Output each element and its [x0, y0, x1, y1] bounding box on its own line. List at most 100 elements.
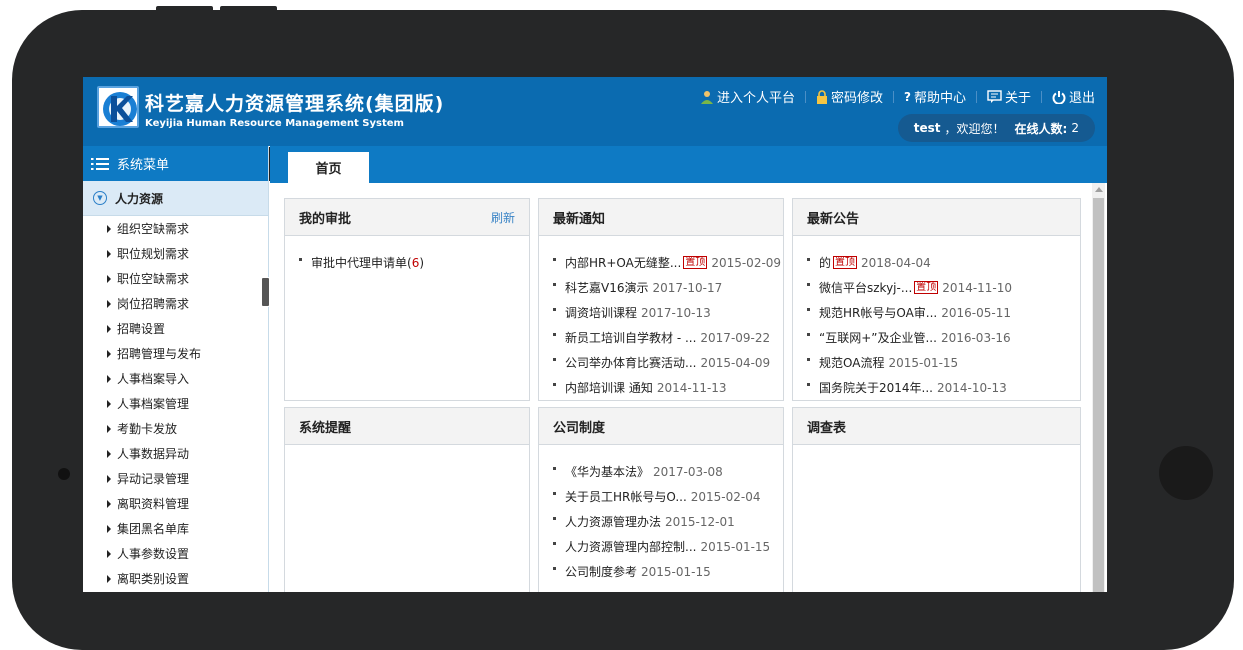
- sidebar-item-label: 人事档案导入: [117, 372, 190, 386]
- bullet-icon: [807, 308, 810, 311]
- triangle-right-icon: [107, 399, 111, 408]
- about-label: 关于: [1004, 91, 1031, 106]
- main-scrollbar[interactable]: [1092, 183, 1105, 592]
- personal-platform-link[interactable]: 进入个人平台: [700, 87, 795, 106]
- item-text: 公司举办体育比赛活动...: [565, 356, 697, 370]
- sidebar-item[interactable]: 考勤卡发放: [83, 416, 268, 441]
- about-link[interactable]: 关于: [987, 87, 1031, 106]
- help-center-link[interactable]: ? 帮助中心: [904, 87, 966, 107]
- sidebar-item[interactable]: 离职类别设置: [83, 566, 268, 591]
- sidebar-item[interactable]: 人事档案导入: [83, 366, 268, 391]
- sidebar-item[interactable]: 人事参数设置: [83, 541, 268, 566]
- item-count: 6: [411, 255, 420, 270]
- sidebar-item-label: 组织空缺需求: [117, 222, 190, 236]
- sidebar-item[interactable]: 职位规划需求: [83, 241, 268, 266]
- triangle-right-icon: [107, 274, 111, 283]
- scroll-up-icon[interactable]: [1095, 187, 1103, 192]
- sidebar-item-label: 离职资料管理: [117, 497, 190, 511]
- triangle-right-icon: [107, 349, 111, 358]
- power-icon: [1052, 90, 1066, 104]
- list-item[interactable]: 人力资源管理内部控制... 2015-01-15: [553, 534, 783, 559]
- list-item[interactable]: 公司举办体育比赛活动... 2015-04-09: [553, 350, 783, 375]
- list-item[interactable]: 的置顶 2018-04-04: [807, 250, 1080, 275]
- list-item[interactable]: 内部HR+OA无缝整... 置顶 2015-02-09: [553, 250, 783, 275]
- list-item[interactable]: 国务院关于2014年... 2014-10-13: [807, 375, 1080, 400]
- triangle-right-icon: [107, 299, 111, 308]
- list-item[interactable]: 调资培训课程 2017-10-13: [553, 300, 783, 325]
- list-item[interactable]: “互联网+”及企业管... 2016-03-16: [807, 325, 1080, 350]
- notice-list: 内部HR+OA无缝整... 置顶 2015-02-09 科艺嘉V16演示 2017-1…: [539, 236, 783, 400]
- item-date: 2015-02-09: [711, 255, 782, 270]
- item-text: 内部培训课 通知: [565, 381, 653, 395]
- tab-home[interactable]: 首页: [288, 152, 369, 183]
- sidebar-item[interactable]: 招聘管理与发布: [83, 341, 268, 366]
- sidebar-item[interactable]: 离职资料管理: [83, 491, 268, 516]
- triangle-right-icon: [107, 324, 111, 333]
- menu-group-hr[interactable]: ▼ 人力资源: [83, 181, 268, 216]
- survey-panel: 调查表: [792, 407, 1081, 592]
- scrollbar-thumb[interactable]: [1093, 198, 1104, 592]
- item-text: 调资培训课程: [565, 306, 638, 320]
- sidebar-item[interactable]: 岗位招聘需求: [83, 291, 268, 316]
- item-date: 2015-01-15: [888, 355, 959, 370]
- sidebar-item-label: 招聘管理与发布: [117, 347, 202, 361]
- list-item[interactable]: 人力资源管理办法 2015-12-01: [553, 509, 783, 534]
- sidebar-item-label: 职位空缺需求: [117, 272, 190, 286]
- bullet-icon: [807, 258, 810, 261]
- triangle-right-icon: [107, 574, 111, 583]
- home-button[interactable]: [1159, 446, 1213, 500]
- item-date: 2014-11-10: [942, 280, 1013, 295]
- triangle-right-icon: [107, 549, 111, 558]
- item-date: 2016-03-16: [940, 330, 1011, 345]
- item-text: 人力资源管理内部控制...: [565, 540, 697, 554]
- sidebar-item[interactable]: 异动记录管理: [83, 466, 268, 491]
- bullet-icon: [807, 358, 810, 361]
- list-item[interactable]: 新员工培训自学教材 - ... 2017-09-22: [553, 325, 783, 350]
- sidebar-item[interactable]: 人事数据异动: [83, 441, 268, 466]
- divider: [804, 90, 806, 103]
- logo-k-icon: [99, 88, 137, 126]
- sidebar-item[interactable]: 职位空缺需求: [83, 266, 268, 291]
- item-date: 2017-09-22: [700, 330, 771, 345]
- item-text: 公司制度参考: [565, 565, 638, 579]
- sidebar-item-label: 招聘设置: [117, 322, 166, 336]
- sidebar-item-label: 考勤卡发放: [117, 422, 178, 436]
- refresh-link[interactable]: 刷新: [491, 209, 515, 226]
- system-menu-header[interactable]: 系统菜单: [83, 146, 268, 181]
- list-item[interactable]: 《华为基本法》 2017-03-08: [553, 459, 783, 484]
- item-date: 2014-10-13: [936, 380, 1007, 395]
- list-item[interactable]: 规范HR帐号与OA审... 2016-05-11: [807, 300, 1080, 325]
- lock-icon: [816, 89, 827, 104]
- sidebar-item[interactable]: 集团黑名单库: [83, 516, 268, 541]
- sidebar-resize-handle[interactable]: [261, 277, 270, 307]
- item-date: 2016-05-11: [941, 305, 1011, 320]
- triangle-right-icon: [107, 424, 111, 433]
- bullet-icon: [553, 308, 556, 311]
- sidebar-item[interactable]: 组织空缺需求: [83, 216, 268, 241]
- system-reminder-panel: 系统提醒: [284, 407, 530, 592]
- welcome-text: ，欢迎您！: [944, 121, 1005, 136]
- password-change-link[interactable]: 密码修改: [816, 87, 883, 106]
- list-item[interactable]: 科艺嘉V16演示 2017-10-17: [553, 275, 783, 300]
- list-item[interactable]: 微信平台szkyj-... 置顶 2014-11-10: [807, 275, 1080, 300]
- main-content: 首页 我的审批 刷新 审批中代理申请单(6) 最新通知 内部HR+OA无缝整..…: [270, 146, 1107, 592]
- item-date: 2015-01-15: [700, 539, 771, 554]
- sidebar-item-label: 人事数据异动: [117, 447, 190, 461]
- sidebar-item-label: 职位规划需求: [117, 247, 190, 261]
- list-item[interactable]: 关于员工HR帐号与O... 2015-02-04: [553, 484, 783, 509]
- item-text: 关于员工HR帐号与O...: [565, 490, 687, 504]
- logout-link[interactable]: 退出: [1052, 87, 1095, 106]
- sidebar-item-label: 集团黑名单库: [117, 522, 190, 536]
- list-item[interactable]: 公司制度参考 2015-01-15: [553, 559, 783, 584]
- item-text-close: ): [419, 255, 425, 270]
- user-icon: [700, 90, 713, 104]
- app-title: 科艺嘉人力资源管理系统(集团版): [145, 93, 445, 115]
- list-item[interactable]: 规范OA流程 2015-01-15: [807, 350, 1080, 375]
- chevron-down-icon: ▼: [93, 191, 107, 205]
- bullet-icon: [553, 517, 556, 520]
- list-item[interactable]: 审批中代理申请单(6): [299, 250, 529, 275]
- triangle-right-icon: [107, 499, 111, 508]
- sidebar-item[interactable]: 招聘设置: [83, 316, 268, 341]
- list-item[interactable]: 内部培训课 通知 2014-11-13: [553, 375, 783, 400]
- sidebar-item[interactable]: 人事档案管理: [83, 391, 268, 416]
